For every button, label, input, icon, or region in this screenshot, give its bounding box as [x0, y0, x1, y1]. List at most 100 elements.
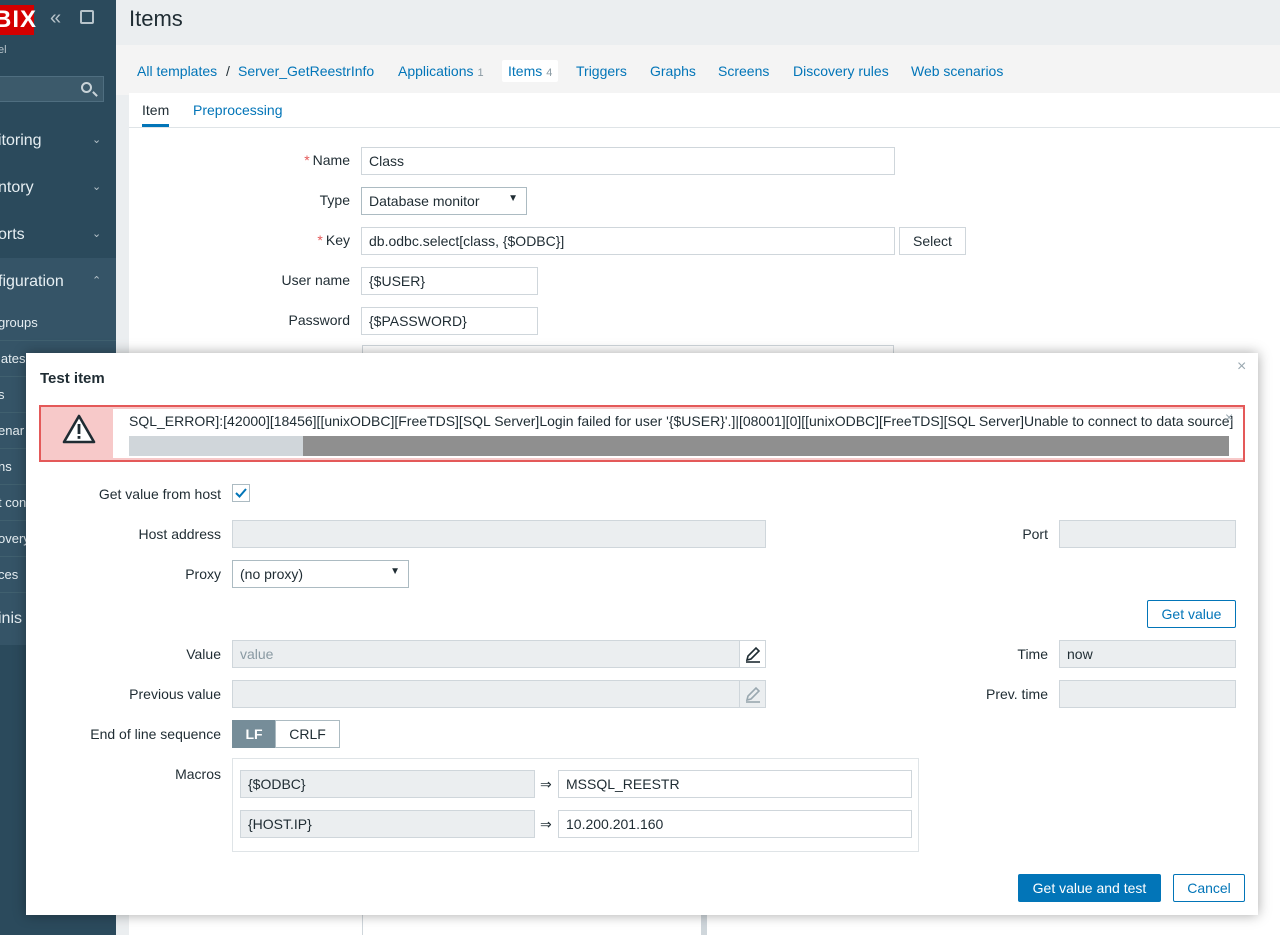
key-input[interactable]: db.odbc.select[class, {$ODBC}] [361, 227, 895, 255]
scrollbar-thumb[interactable] [303, 436, 1229, 456]
required-mark: * [317, 232, 323, 248]
time-label: Time [1017, 646, 1048, 662]
error-text: SQL_ERROR]:[42000][18456][[unixODBC][Fre… [129, 413, 1234, 429]
host-address-input[interactable] [232, 520, 766, 548]
previous-value-label: Previous value [129, 686, 221, 702]
name-label-text: Name [312, 152, 350, 168]
sidebar-search-input[interactable] [0, 76, 104, 102]
macros-table: {$ODBC} ⇒ MSSQL_REESTR {HOST.IP} ⇒ 10.20… [232, 758, 919, 852]
sidebar-item-reports[interactable]: orts ⌄ [0, 211, 116, 258]
eol-label: End of line sequence [90, 726, 221, 742]
obscured-textarea [362, 912, 707, 935]
tab-web-scenarios[interactable]: Web scenarios [911, 63, 1003, 79]
tab-preprocessing[interactable]: Preprocessing [193, 102, 283, 118]
macro-name-field: {HOST.IP} [240, 810, 535, 838]
proxy-label: Proxy [185, 566, 221, 582]
sidebar-item-configuration[interactable]: figuration ⌃ [0, 258, 116, 305]
get-value-from-host-checkbox[interactable] [232, 484, 250, 502]
tab-triggers[interactable]: Triggers [576, 63, 627, 79]
tab-discovery-rules[interactable]: Discovery rules [793, 63, 889, 79]
count-badge: 1 [477, 67, 484, 79]
horizontal-scrollbar[interactable] [129, 436, 1229, 456]
submenu-host-groups[interactable]: groups [0, 305, 116, 341]
breadcrumb-all-templates[interactable]: All templates [137, 63, 217, 79]
sidebar-item-label: orts [0, 226, 25, 243]
type-select-value: Database monitor [369, 193, 480, 209]
close-icon[interactable]: × [1237, 358, 1246, 376]
test-item-dialog: Test item × SQL_ERROR]:[42000][18456][[u… [26, 353, 1258, 915]
port-label: Port [1022, 526, 1048, 542]
type-label: Type [319, 192, 350, 208]
type-select[interactable]: Database monitor ▼ [361, 187, 527, 215]
cancel-button[interactable]: Cancel [1173, 874, 1245, 902]
username-label: User name [281, 272, 350, 288]
sidebar-item-monitoring[interactable]: itoring ⌄ [0, 117, 116, 164]
sidebar-item-label: ntory [0, 179, 34, 196]
edit-previous-value-icon [739, 681, 765, 707]
name-input[interactable]: Class [361, 147, 895, 175]
port-input[interactable] [1059, 520, 1236, 548]
warning-icon [62, 414, 96, 444]
get-value-and-test-button[interactable]: Get value and test [1018, 874, 1161, 902]
zabbix-logo[interactable]: BIX [0, 5, 36, 35]
error-close-icon[interactable]: × [1225, 409, 1233, 425]
breadcrumb: All templates / Server_GetReestrInfo App… [116, 45, 1280, 95]
key-label-text: Key [325, 232, 350, 248]
sidebar-item-label: figuration [0, 273, 64, 290]
macro-arrow: ⇒ [540, 816, 552, 832]
proxy-select-value: (no proxy) [240, 566, 304, 582]
required-mark: * [304, 152, 310, 168]
macro-value-input[interactable]: 10.200.201.160 [558, 810, 912, 838]
chevron-down-icon: ⌄ [92, 228, 102, 240]
edit-value-icon[interactable] [739, 641, 765, 667]
kiosk-mode-icon[interactable] [80, 10, 94, 24]
chevron-down-icon: ⌄ [92, 134, 102, 146]
collapse-sidebar-icon[interactable]: « [50, 8, 61, 28]
chevron-down-icon: ⌄ [92, 181, 102, 193]
prev-time-label: Prev. time [986, 686, 1048, 702]
get-value-from-host-label: Get value from host [98, 486, 221, 502]
macro-name-field: {$ODBC} [240, 770, 535, 798]
password-input[interactable]: {$PASSWORD} [361, 307, 538, 335]
error-message-content: SQL_ERROR]:[42000][18456][[unixODBC][Fre… [113, 409, 1243, 458]
prev-time-input [1059, 680, 1236, 708]
username-input[interactable]: {$USER} [361, 267, 538, 295]
select-key-button[interactable]: Select [899, 227, 966, 255]
sidebar-item-inventory[interactable]: ntory ⌄ [0, 164, 116, 211]
breadcrumb-separator: / [226, 63, 230, 79]
form-subtabs: Item Preprocessing [129, 93, 1280, 128]
tab-items[interactable]: Items 4 [502, 60, 559, 82]
breadcrumb-template[interactable]: Server_GetReestrInfo [238, 63, 374, 79]
macro-value-input[interactable]: MSSQL_REESTR [558, 770, 912, 798]
value-textarea[interactable]: value [232, 640, 766, 668]
checkmark-icon [235, 488, 247, 498]
proxy-select[interactable]: (no proxy) ▼ [232, 560, 409, 588]
dialog-title: Test item [40, 370, 105, 387]
value-label: Value [186, 646, 221, 662]
get-value-button[interactable]: Get value [1147, 600, 1236, 628]
previous-value-textarea [232, 680, 766, 708]
time-input: now [1059, 640, 1236, 668]
tab-applications[interactable]: Applications 1 [398, 63, 484, 79]
tab-item[interactable]: Item [142, 102, 170, 127]
eol-lf-toggle[interactable]: LF [232, 720, 276, 748]
sidebar-item-label: itoring [0, 132, 42, 149]
tab-graphs[interactable]: Graphs [650, 63, 696, 79]
password-label: Password [288, 312, 350, 328]
key-label: * Key [130, 232, 350, 248]
sidebar-sub-label: el [0, 44, 7, 56]
macro-arrow: ⇒ [540, 776, 552, 792]
eol-crlf-toggle[interactable]: CRLF [275, 720, 340, 748]
page-title: Items [129, 6, 183, 31]
host-address-label: Host address [138, 526, 221, 542]
tab-label: Items [508, 63, 543, 79]
tab-screens[interactable]: Screens [718, 63, 769, 79]
dropdown-arrow-icon: ▼ [390, 566, 400, 577]
chevron-up-icon: ⌃ [92, 275, 102, 287]
tab-label: Applications [398, 63, 474, 79]
count-badge: 4 [546, 67, 553, 79]
name-label: * Name [130, 152, 350, 168]
error-message-box: SQL_ERROR]:[42000][18456][[unixODBC][Fre… [39, 405, 1245, 462]
search-icon[interactable] [81, 82, 92, 93]
dropdown-arrow-icon: ▼ [508, 193, 518, 204]
